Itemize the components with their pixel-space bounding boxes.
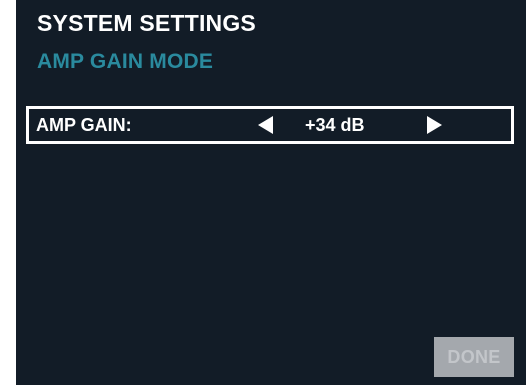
page-title: SYSTEM SETTINGS — [37, 10, 256, 36]
decrease-arrow-icon[interactable] — [258, 116, 273, 134]
settings-screen: SYSTEM SETTINGS AMP GAIN MODE AMP GAIN: … — [16, 0, 526, 385]
page-subtitle: AMP GAIN MODE — [37, 50, 214, 73]
amp-gain-value: +34 dB — [305, 115, 365, 135]
increase-arrow-icon[interactable] — [427, 116, 442, 134]
amp-gain-label: AMP GAIN: — [36, 115, 132, 135]
done-button[interactable]: DONE — [434, 337, 514, 377]
amp-gain-row[interactable]: AMP GAIN: +34 dB — [26, 106, 514, 144]
